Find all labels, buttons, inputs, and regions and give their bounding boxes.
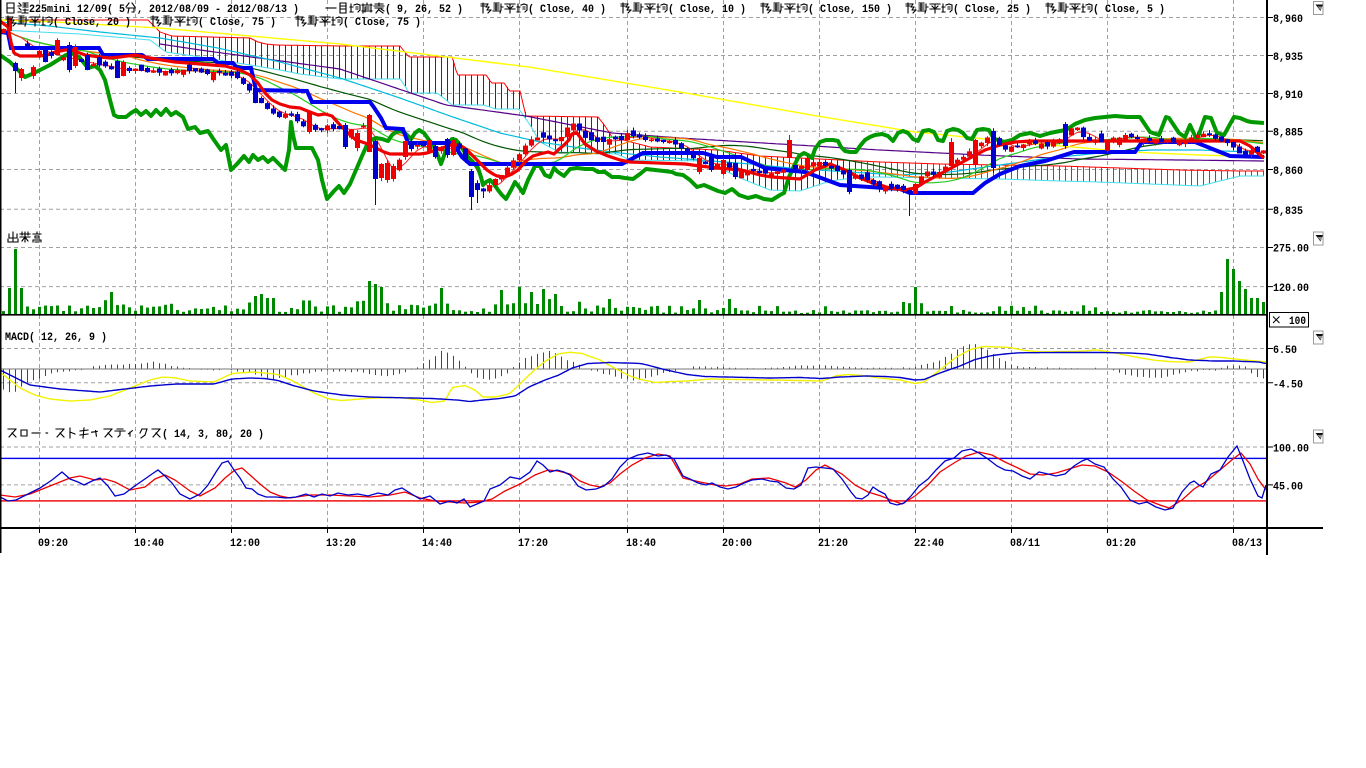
svg-text:8,835: 8,835: [1273, 206, 1303, 218]
svg-text:( Close, 75 ): ( Close, 75 ): [343, 17, 421, 29]
svg-text:20:00: 20:00: [722, 538, 752, 550]
svg-text:-4.50: -4.50: [1273, 379, 1303, 391]
svg-text:225mini 12/09( 5: 225mini 12/09( 5: [29, 4, 125, 16]
svg-text:100: 100: [1289, 316, 1306, 328]
svg-text:8,885: 8,885: [1273, 128, 1303, 140]
svg-text:13:20: 13:20: [326, 538, 356, 550]
svg-text:17:20: 17:20: [518, 538, 548, 550]
svg-text:09:20: 09:20: [38, 538, 68, 550]
svg-text:12:00: 12:00: [230, 538, 260, 550]
svg-text:01:20: 01:20: [1106, 538, 1136, 550]
svg-text:8,960: 8,960: [1273, 14, 1303, 26]
svg-text:( 14, 3, 80, 20 ): ( 14, 3, 80, 20 ): [162, 429, 264, 441]
svg-text:14:40: 14:40: [422, 538, 452, 550]
svg-text:8,935: 8,935: [1273, 52, 1303, 64]
svg-text:( Close, 25 ): ( Close, 25 ): [953, 4, 1031, 16]
svg-text:( Close, 5 ): ( Close, 5 ): [1093, 4, 1165, 16]
svg-text:21:20: 21:20: [818, 538, 848, 550]
svg-text:MACD( 12, 26, 9 ): MACD( 12, 26, 9 ): [5, 332, 107, 344]
svg-text:6.50: 6.50: [1273, 345, 1297, 357]
svg-text:18:40: 18:40: [626, 538, 656, 550]
svg-text:( Close, 75 ): ( Close, 75 ): [198, 17, 276, 29]
svg-text:275.00: 275.00: [1273, 244, 1309, 256]
svg-text:8,910: 8,910: [1273, 90, 1303, 102]
svg-text:( Close, 10 ): ( Close, 10 ): [668, 4, 746, 16]
svg-text:08/13: 08/13: [1232, 538, 1262, 550]
svg-text:120.00: 120.00: [1273, 283, 1309, 295]
svg-text:08/11: 08/11: [1010, 538, 1040, 550]
svg-text:( Close, 40 ): ( Close, 40 ): [528, 4, 606, 16]
svg-text:8,860: 8,860: [1273, 166, 1303, 178]
svg-text:( Close, 20 ): ( Close, 20 ): [53, 17, 131, 29]
svg-text:10:40: 10:40: [134, 538, 164, 550]
svg-text:22:40: 22:40: [914, 538, 944, 550]
svg-text:100.00: 100.00: [1273, 444, 1309, 456]
svg-text:, 2012/08/09 - 2012/08/13 ): , 2012/08/09 - 2012/08/13 ): [137, 4, 299, 16]
svg-text:( 9, 26, 52 ): ( 9, 26, 52 ): [385, 4, 463, 16]
svg-text:( Close, 150 ): ( Close, 150 ): [808, 4, 892, 16]
svg-text:45.00: 45.00: [1273, 481, 1303, 493]
